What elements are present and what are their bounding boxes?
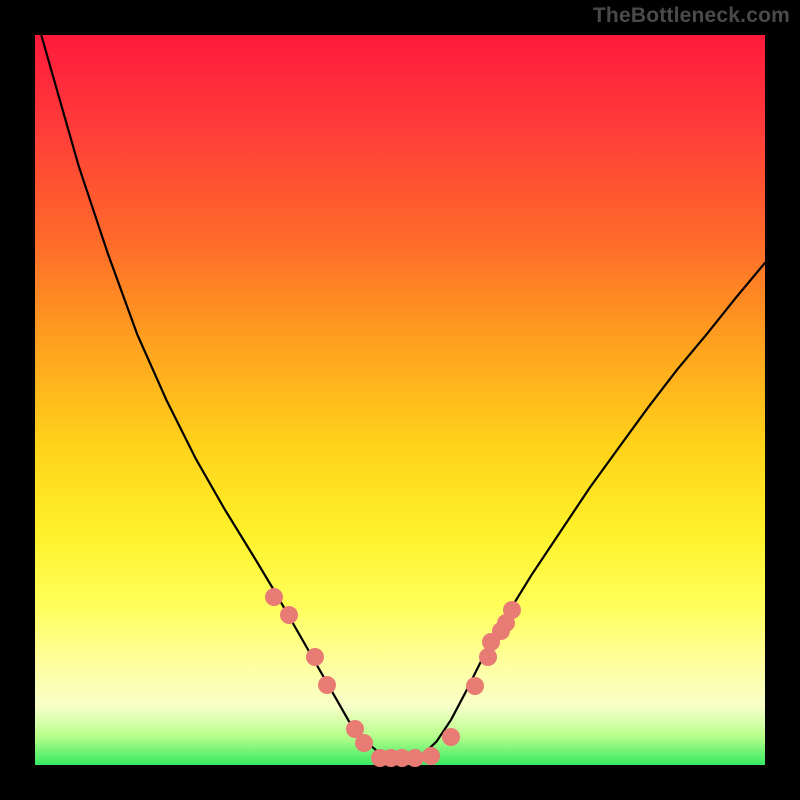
data-point <box>318 676 336 694</box>
bottleneck-curve <box>35 35 765 765</box>
data-point <box>422 747 440 765</box>
data-point <box>355 734 373 752</box>
data-point <box>406 749 424 767</box>
chart-stage: TheBottleneck.com <box>0 0 800 800</box>
curve-path <box>35 35 765 761</box>
data-point <box>306 648 324 666</box>
plot-area <box>35 35 765 765</box>
watermark-text: TheBottleneck.com <box>593 4 790 28</box>
data-point <box>503 601 521 619</box>
